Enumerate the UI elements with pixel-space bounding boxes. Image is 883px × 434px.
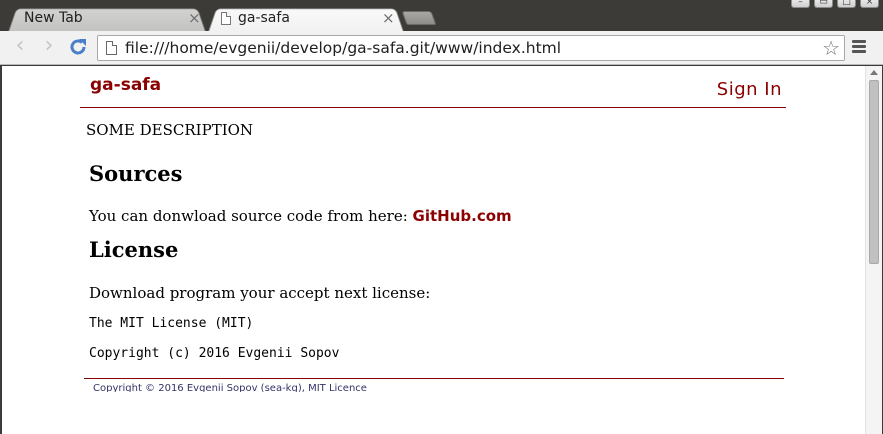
forward-icon[interactable]: ›	[37, 35, 61, 59]
description: SOME DESCRIPTION	[86, 121, 254, 139]
footer-text: Copyright © 2016 Evgenii Sopov (sea-kg),…	[93, 383, 367, 392]
license-name: The MIT License (MIT)	[89, 316, 254, 331]
window-controls: – ▭ □ ×	[791, 0, 879, 8]
bookmark-star-icon[interactable]: ☆	[822, 36, 840, 60]
tab-label: New Tab	[24, 10, 83, 26]
tab-ga-safa[interactable]: ga-safa ×	[208, 6, 404, 32]
back-icon[interactable]: ‹	[8, 35, 32, 59]
site-container: ga-safa Sign In SOME DESCRIPTION Sources…	[80, 66, 786, 392]
maximize-icon[interactable]: □	[837, 0, 856, 8]
sources-text: You can donwload source code from here:	[89, 207, 413, 225]
scroll-up-arrow-icon[interactable]	[870, 70, 878, 75]
page-icon	[221, 12, 231, 25]
scroll-thumb[interactable]	[869, 80, 879, 264]
license-heading: License	[89, 237, 179, 262]
tab-new-tab[interactable]: New Tab ×	[8, 6, 206, 32]
sources-heading: Sources	[89, 161, 183, 186]
menu-icon[interactable]	[852, 40, 866, 54]
page-viewport: ga-safa Sign In SOME DESCRIPTION Sources…	[2, 66, 882, 434]
close-icon[interactable]: ×	[382, 9, 395, 27]
site-header: ga-safa Sign In	[80, 66, 786, 108]
address-bar[interactable]: file:///home/evgenii/develop/ga-safa.git…	[97, 35, 845, 61]
footer-divider	[84, 378, 784, 379]
url-text[interactable]: file:///home/evgenii/develop/ga-safa.git…	[125, 39, 561, 57]
github-link[interactable]: GitHub.com	[413, 207, 512, 225]
license-text: Download program your accept next licens…	[89, 284, 431, 302]
close-window-icon[interactable]: ×	[860, 0, 879, 8]
minimize-icon[interactable]: –	[791, 0, 810, 8]
tab-label: ga-safa	[238, 10, 290, 26]
page-icon	[106, 41, 117, 55]
sources-paragraph: You can donwload source code from here: …	[89, 207, 512, 225]
browser-toolbar: ‹ › file:///home/evgenii/develop/ga-safa…	[0, 31, 883, 65]
reload-icon[interactable]	[67, 36, 89, 58]
brand-link[interactable]: ga-safa	[90, 75, 161, 95]
restore-icon[interactable]: ▭	[814, 0, 833, 8]
vertical-scrollbar[interactable]	[865, 66, 882, 434]
sign-in-link[interactable]: Sign In	[717, 79, 782, 100]
close-icon[interactable]: ×	[188, 9, 201, 27]
title-bar: New Tab × ga-safa × – ▭ □ ×	[0, 0, 883, 32]
copyright-line: Copyright (c) 2016 Evgenii Sopov	[89, 346, 340, 361]
new-tab-button[interactable]	[401, 11, 437, 25]
